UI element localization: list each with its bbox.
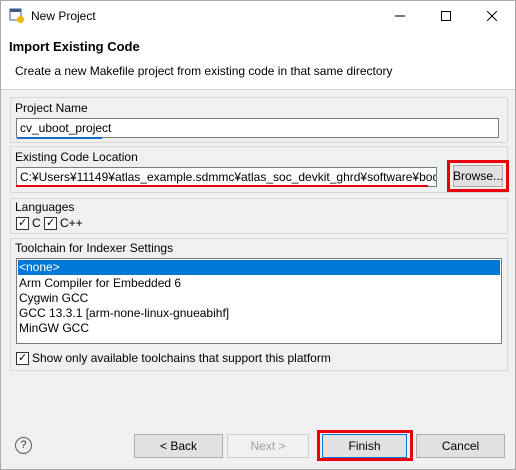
languages-group — [10, 198, 508, 234]
page-title: Import Existing Code — [9, 39, 140, 54]
toolchain-item[interactable]: GCC 13.3.1 [arm-none-linux-gnueabihf] — [18, 306, 500, 321]
project-name-underline — [17, 137, 102, 139]
toolchain-item[interactable]: Cygwin GCC — [18, 291, 500, 306]
help-icon[interactable]: ? — [15, 437, 32, 454]
toolchain-list[interactable]: <none> Arm Compiler for Embedded 6 Cygwi… — [16, 258, 502, 344]
toolchain-item[interactable]: Arm Compiler for Embedded 6 — [18, 276, 500, 291]
c-checkbox[interactable]: ✓ — [16, 216, 29, 230]
toolchain-label: Toolchain for Indexer Settings — [15, 241, 174, 255]
page-description: Create a new Makefile project from exist… — [15, 64, 393, 78]
check-icon: ✓ — [18, 216, 28, 229]
code-location-underline — [16, 185, 428, 187]
check-icon: ✓ — [46, 216, 56, 229]
code-location-label: Existing Code Location — [15, 150, 138, 164]
minimize-button[interactable] — [377, 1, 423, 31]
project-name-label: Project Name — [15, 101, 88, 115]
cancel-button[interactable]: Cancel — [416, 434, 505, 458]
close-window-button[interactable] — [469, 1, 515, 31]
toolchain-item[interactable]: <none> — [18, 260, 500, 275]
new-project-dialog: New Project Import Existing Code Create … — [0, 0, 516, 470]
eclipse-app-icon — [9, 8, 24, 23]
languages-label: Languages — [15, 200, 75, 214]
browse-highlight — [447, 160, 509, 192]
title-bar: New Project — [1, 1, 515, 31]
show-only-label: Show only available toolchains that supp… — [32, 351, 331, 365]
minimize-icon — [395, 15, 405, 17]
back-button[interactable]: < Back — [134, 434, 223, 458]
cpp-checkbox[interactable]: ✓ — [44, 216, 57, 230]
next-button[interactable]: Next > — [227, 434, 309, 458]
window-title: New Project — [31, 9, 96, 23]
project-name-field[interactable]: cv_uboot_project — [16, 118, 499, 138]
maximize-button[interactable] — [423, 1, 469, 31]
check-icon: ✓ — [18, 351, 28, 364]
code-location-field[interactable]: C:¥Users¥11149¥atlas_example.sdmmc¥atlas… — [16, 167, 437, 187]
toolchain-item[interactable]: MinGW GCC — [18, 321, 500, 336]
c-checkbox-label: C — [32, 216, 41, 230]
show-only-checkbox[interactable]: ✓ — [16, 351, 29, 365]
cpp-checkbox-label: C++ — [60, 216, 83, 230]
maximize-icon — [441, 11, 451, 21]
finish-highlight — [317, 430, 413, 461]
wizard-header: Import Existing Code Create a new Makefi… — [1, 31, 515, 90]
close-icon — [487, 11, 497, 21]
